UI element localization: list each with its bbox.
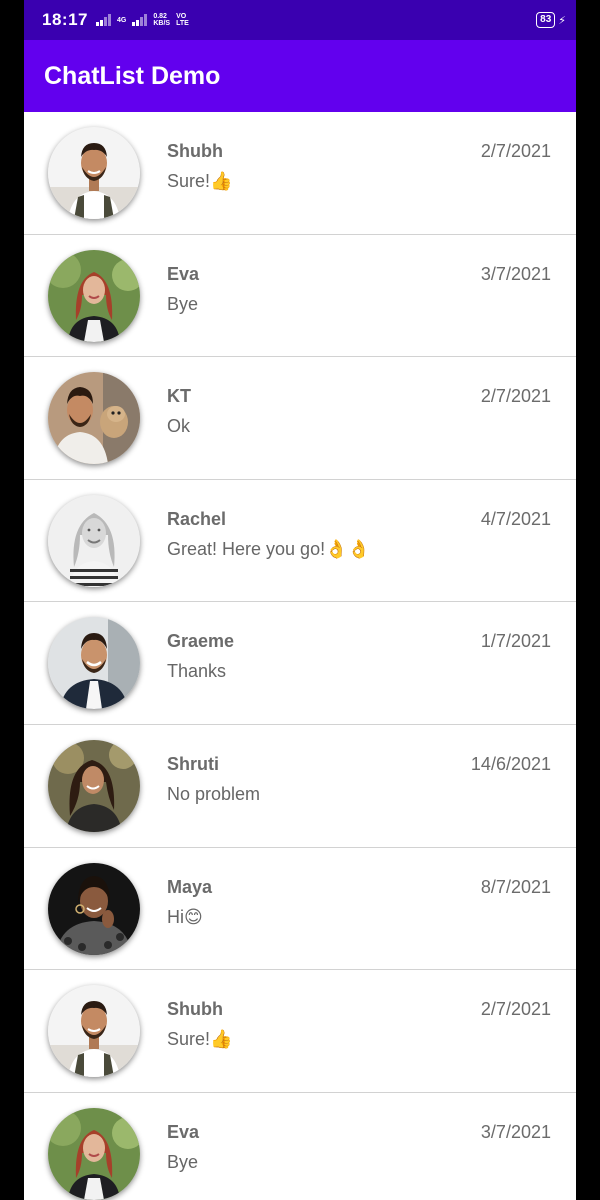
chat-message: Bye [167,293,199,314]
chat-name: Maya [167,876,213,897]
chat-name: Eva [167,263,200,284]
chat-message: Thanks [167,661,227,682]
avatar-graeme [48,617,140,710]
status-time: 18:17 [42,10,88,29]
app-title: ChatList Demo [44,61,221,90]
chat-name: Shubh [167,999,223,1020]
chat-row[interactable]: Shruti No problem 14/6/2021 [24,725,576,848]
chat-date: 2/7/2021 [480,386,551,407]
avatar-eva [48,249,140,342]
volte-indicator: VO LTE [176,13,189,27]
chat-name: Graeme [167,631,235,652]
chat-row[interactable]: Shubh Sure!👍 2/7/2021 [24,970,576,1093]
network-type: 4G [116,16,127,24]
chat-date: 14/6/2021 [470,753,551,774]
chat-message: Sure!👍 [167,1029,233,1050]
status-icons: 4G 0.82 KB/S VO LTE [95,13,189,27]
chat-name: KT [167,386,191,407]
chat-name: Shubh [167,141,223,161]
chat-date: 8/7/2021 [480,876,551,897]
signal-icon [95,14,111,26]
charging-icon: ⚡ [558,14,566,27]
avatar-shruti [48,739,140,832]
phone-screen: 18:17 4G 0.82 KB/S VO LTE 83 ⚡ ChatList De… [24,0,576,1200]
chat-date: 2/7/2021 [480,999,551,1020]
network-speed: 0.82 KB/S [153,13,171,27]
avatar-rachel [48,494,140,587]
chat-date: 4/7/2021 [480,508,551,529]
chat-row[interactable]: Maya Hi😊 8/7/2021 [24,848,576,971]
chat-date: 2/7/2021 [480,141,551,161]
chat-message: No problem [167,783,261,804]
chat-row[interactable]: Shubh Sure!👍 2/7/2021 [24,112,576,235]
app-bar: ChatList Demo [24,40,576,112]
chat-message: Ok [167,416,191,437]
chat-message: Great! Here you go!👌👌 [167,538,370,559]
chat-message: Sure!👍 [167,171,233,191]
chat-row[interactable]: Graeme Thanks 1/7/2021 [24,602,576,725]
chat-list[interactable]: Shubh Sure!👍 2/7/2021 Eva Bye 3/7/2021 K… [24,112,576,1200]
avatar-eva [48,1107,140,1200]
status-bar: 18:17 4G 0.82 KB/S VO LTE 83 ⚡ [24,0,576,40]
chat-name: Eva [167,1121,200,1142]
chat-row[interactable]: Rachel Great! Here you go!👌👌 4/7/2021 [24,480,576,603]
chat-row[interactable]: Eva Bye 3/7/2021 [24,1093,576,1200]
avatar-shubh [48,985,140,1078]
avatar-maya [48,862,140,955]
avatar-shubh [48,127,140,219]
chat-date: 3/7/2021 [480,263,551,284]
chat-name: Shruti [167,753,219,774]
signal-icon-2 [132,14,148,26]
battery-icon: 83 [536,12,556,28]
chat-date: 1/7/2021 [480,631,551,652]
chat-message: Hi😊 [167,906,203,927]
status-right: 83 ⚡ [536,12,566,28]
chat-row[interactable]: KT Ok 2/7/2021 [24,357,576,480]
chat-row[interactable]: Eva Bye 3/7/2021 [24,235,576,358]
avatar-kt [48,372,140,465]
chat-date: 3/7/2021 [480,1121,551,1142]
chat-name: Rachel [167,508,227,529]
chat-message: Bye [167,1151,199,1172]
